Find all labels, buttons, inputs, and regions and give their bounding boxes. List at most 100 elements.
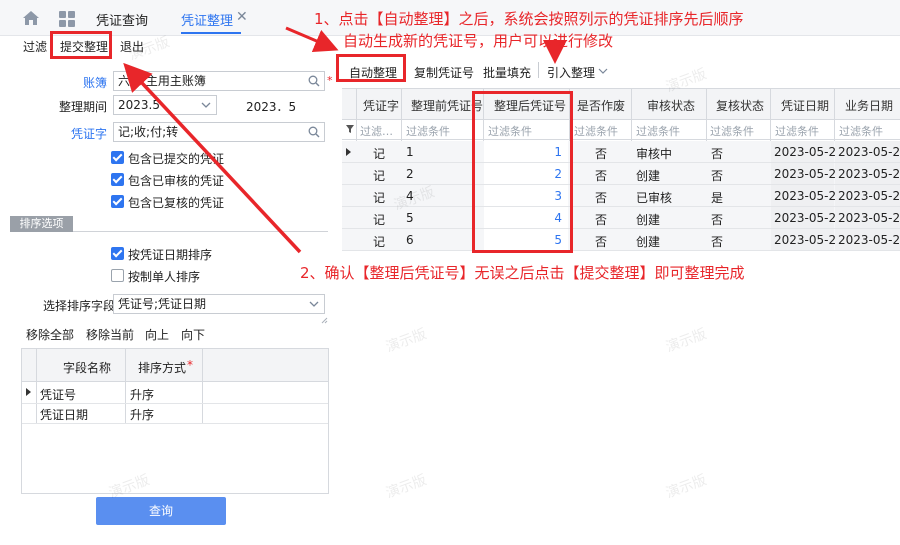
ledger-value: 六… 主用主账簿 — [118, 74, 206, 88]
copy-voucher-number-button[interactable]: 复制凭证号 — [414, 64, 474, 81]
resize-grip-icon — [321, 317, 328, 324]
cell-date: 2023-05-29 — [774, 233, 844, 247]
cell-date: 2023-05-29 — [774, 211, 844, 225]
cell-biz-date: 2023-05-23 — [838, 167, 900, 181]
sort-by-date-checkbox[interactable] — [111, 247, 124, 260]
include-audited-checkbox[interactable] — [111, 173, 124, 186]
tab-voucher-organize[interactable]: 凭证整理 — [181, 10, 233, 29]
tab-voucher-query[interactable]: 凭证查询 — [96, 10, 148, 29]
col-field-name: 字段名称 — [63, 361, 112, 375]
cell-review: 否 — [711, 235, 724, 249]
filter-cell[interactable]: 过滤条件 — [775, 123, 819, 139]
period-select[interactable]: 2023.5 — [113, 95, 217, 115]
home-icon[interactable] — [22, 10, 40, 26]
cell-void: 否 — [595, 191, 608, 205]
voucher-word-field[interactable]: 记;收;付;转 — [113, 122, 325, 142]
sort-row-order[interactable]: 升序 — [130, 406, 154, 423]
cell-void: 否 — [595, 235, 608, 249]
search-icon[interactable] — [308, 75, 320, 87]
voucher-grid: 凭证字 整理前凭证号 整理后凭证号 是否作废 审核状态 复核状态 凭证日期 业务… — [342, 88, 900, 251]
cell-before: 5 — [406, 211, 414, 225]
sort-fields-table: 字段名称 排序方式 * 凭证号 升序 凭证日期 升序 — [21, 348, 329, 494]
cell-date: 2023-05-23 — [774, 167, 844, 181]
cell-audit: 创建 — [636, 213, 661, 227]
table-row[interactable]: 记 5 4 否 创建 否 2023-05-29 2023-05-29 — [342, 207, 900, 229]
cell-review: 否 — [711, 169, 724, 183]
period-to-value: 2023．5 — [246, 100, 297, 114]
sort-options-section: 排序选项 — [10, 216, 328, 232]
cell-review: 否 — [711, 147, 724, 161]
required-mark: * — [327, 74, 333, 87]
import-organize-button[interactable]: 引入整理 — [547, 64, 595, 81]
table-row[interactable]: 记 1 1 否 审核中 否 2023-05-23 2023-05-23 — [342, 141, 900, 163]
filter-funnel-icon — [346, 125, 354, 133]
cell-word: 记 — [373, 213, 386, 227]
remove-current-button[interactable]: 移除当前 — [86, 326, 134, 343]
filter-cell[interactable]: 过滤条件 — [839, 123, 883, 139]
include-reviewed-checkbox[interactable] — [111, 195, 124, 208]
cell-review: 是 — [711, 191, 724, 205]
cell-audit: 审核中 — [636, 147, 673, 161]
cell-word: 记 — [373, 191, 386, 205]
ledger-field[interactable]: 六… 主用主账簿 — [113, 71, 325, 91]
voucher-word-label: 凭证字 — [70, 127, 107, 141]
close-tab-icon[interactable]: ✕ — [236, 9, 248, 25]
search-icon[interactable] — [308, 126, 320, 138]
current-row-arrow-icon — [346, 148, 351, 156]
chevron-down-icon — [309, 301, 319, 307]
filter-cell[interactable]: 过滤条件 — [636, 123, 680, 139]
col-voucher-date[interactable]: 凭证日期 — [781, 97, 829, 114]
watermark: 演示版 — [663, 326, 709, 356]
cell-audit: 创建 — [636, 169, 661, 183]
table-row[interactable]: 记 6 5 否 创建 否 2023-05-29 2023-05-29 — [342, 229, 900, 251]
col-audit-status[interactable]: 审核状态 — [647, 97, 695, 114]
cell-void: 否 — [595, 213, 608, 227]
apps-grid-icon[interactable] — [59, 11, 75, 27]
active-tab-underline — [181, 32, 241, 34]
annotation-step2: 2、确认【整理后凭证号】无误之后点击【提交整理】即可整理完成 — [300, 264, 745, 282]
grid-filter-row: 过滤… 过滤条件 过滤条件 过滤条件 过滤条件 过滤条件 过滤条件 过滤条件 — [342, 120, 900, 140]
cell-word: 记 — [373, 235, 386, 249]
filter-cell[interactable]: 过滤条件 — [406, 123, 450, 139]
batch-fill-button[interactable]: 批量填充 — [483, 64, 531, 81]
cell-biz-date: 2023-05-29 — [838, 211, 900, 225]
sort-by-preparer-label: 按制单人排序 — [128, 270, 201, 284]
include-submitted-checkbox[interactable] — [111, 151, 124, 164]
cell-date: 2023-05-29 — [774, 189, 844, 203]
annotation-step1-line2: 自动生成新的凭证号，用户可以进行修改 — [343, 32, 614, 50]
chevron-down-icon — [201, 102, 211, 108]
sort-row-field[interactable]: 凭证号 — [40, 386, 76, 403]
period-label: 整理期间 — [58, 100, 107, 114]
col-void[interactable]: 是否作废 — [577, 97, 625, 114]
cell-biz-date: 2023-05-29 — [838, 189, 900, 203]
sort-by-preparer-checkbox[interactable] — [111, 269, 124, 282]
sort-by-date-label: 按凭证日期排序 — [128, 248, 213, 262]
move-up-button[interactable]: 向上 — [145, 326, 169, 343]
sort-table-header: 字段名称 排序方式 * — [22, 349, 328, 382]
sort-row-order[interactable]: 升序 — [130, 386, 154, 403]
col-business-date[interactable]: 业务日期 — [845, 97, 893, 114]
sort-field-select[interactable]: 凭证号;凭证日期 — [113, 294, 325, 314]
cell-audit: 创建 — [636, 235, 661, 249]
auto-organize-highlight-box — [336, 54, 406, 82]
filter-cell[interactable]: 过滤条件 — [710, 123, 754, 139]
sort-row-field[interactable]: 凭证日期 — [40, 406, 88, 423]
required-mark: * — [187, 358, 193, 372]
annotation-step1-line1: 1、点击【自动整理】之后，系统会按照列示的凭证排序先后顺序 — [314, 10, 744, 28]
move-down-button[interactable]: 向下 — [181, 326, 205, 343]
sort-field-label: 选择排序字段 — [43, 299, 116, 313]
filter-cell[interactable]: 过滤条件 — [574, 123, 618, 139]
table-row[interactable]: 记 2 2 否 创建 否 2023-05-23 2023-05-23 — [342, 163, 900, 185]
filter-button[interactable]: 过滤 — [23, 38, 47, 55]
current-row-arrow-icon — [26, 388, 31, 396]
col-review-status[interactable]: 复核状态 — [716, 97, 764, 114]
col-voucher-word[interactable]: 凭证字 — [363, 97, 399, 114]
chevron-down-icon[interactable] — [598, 66, 608, 76]
remove-all-button[interactable]: 移除全部 — [26, 326, 74, 343]
cell-void: 否 — [595, 147, 608, 161]
include-audited-label: 包含已审核的凭证 — [128, 174, 225, 188]
cell-before: 1 — [406, 145, 414, 159]
filter-cell[interactable]: 过滤… — [360, 123, 393, 139]
cell-void: 否 — [595, 169, 608, 183]
cell-review: 否 — [711, 213, 724, 227]
